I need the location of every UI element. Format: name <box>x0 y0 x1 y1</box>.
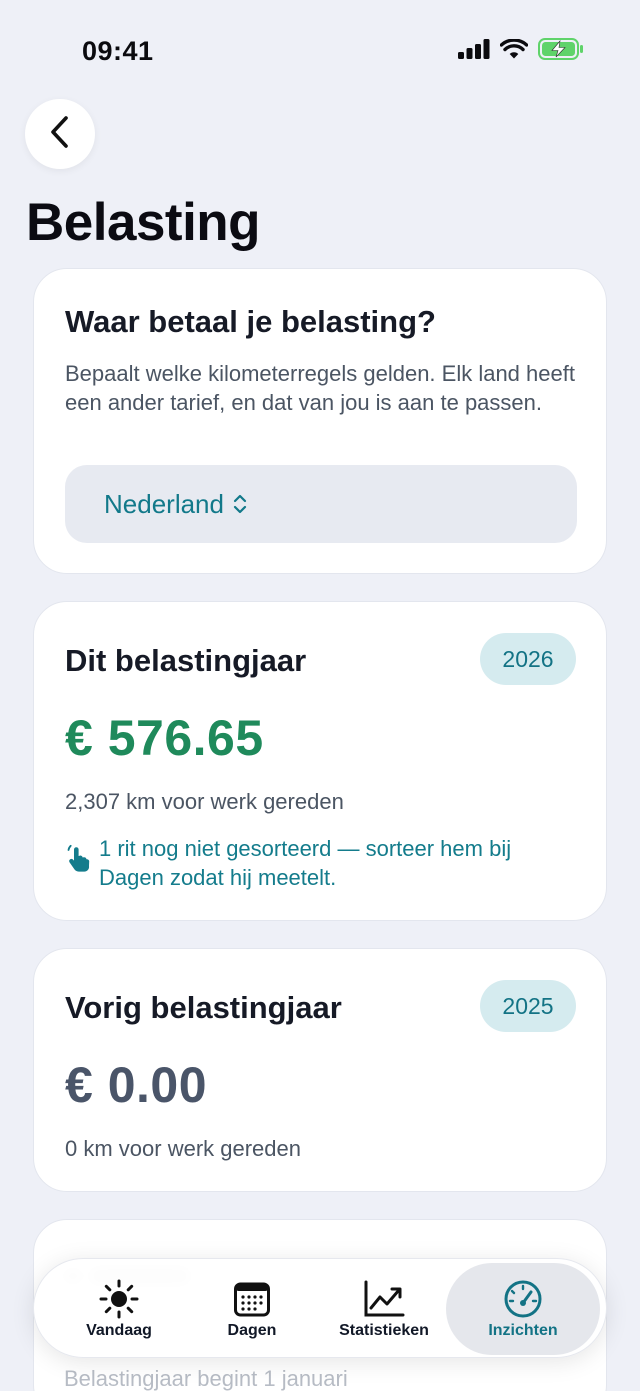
tax-country-card: Waar betaal je belasting? Bepaalt welke … <box>33 268 607 574</box>
current-tax-year-card: Dit belastingjaar 2026 € 576.65 2,307 km… <box>33 601 607 921</box>
tab-label: Statistieken <box>339 1321 429 1339</box>
chevron-left-icon <box>48 115 72 154</box>
gauge-icon <box>503 1279 543 1319</box>
previous-tax-year-card: Vorig belastingjaar 2025 € 0.00 0 km voo… <box>33 948 607 1192</box>
previous-year-amount: € 0.00 <box>65 1057 208 1113</box>
tab-statistieken[interactable]: Statistieken <box>324 1263 444 1355</box>
current-year-amount: € 576.65 <box>65 710 264 766</box>
tab-vandaag[interactable]: Vandaag <box>54 1263 184 1355</box>
sun-icon <box>99 1279 139 1319</box>
tab-label: Inzichten <box>488 1321 558 1339</box>
tax-country-heading: Waar betaal je belasting? <box>65 304 436 339</box>
wifi-icon <box>499 37 529 65</box>
chevron-up-down-icon <box>232 492 248 516</box>
status-icons <box>458 37 584 65</box>
current-year-km: 2,307 km voor werk gereden <box>65 789 344 814</box>
battery-charging-icon <box>538 38 584 65</box>
signal-icon <box>458 39 490 64</box>
tab-dagen[interactable]: Dagen <box>194 1263 310 1355</box>
tax-country-description: Bepaalt welke kilometerregels gelden. El… <box>65 361 575 415</box>
previous-year-km: 0 km voor werk gereden <box>65 1136 301 1161</box>
tab-label: Dagen <box>227 1321 277 1339</box>
year-badge: 2026 <box>480 633 576 685</box>
year-badge: 2025 <box>480 980 576 1032</box>
back-button[interactable] <box>25 99 95 169</box>
status-bar: 09:41 <box>0 0 640 100</box>
page-title: Belasting <box>26 193 261 252</box>
current-year-heading: Dit belastingjaar <box>65 643 307 678</box>
next-card-footer: Belastingjaar begint 1 januari <box>64 1366 348 1391</box>
tab-inzichten[interactable]: Inzichten <box>446 1263 600 1355</box>
unsorted-trip-notice-text: 1 rit nog niet gesorteerd — sorteer hem … <box>99 836 512 890</box>
country-select[interactable]: Nederland <box>65 465 577 543</box>
unsorted-trip-notice[interactable]: 1 rit nog niet gesorteerd — sorteer hem … <box>65 834 575 892</box>
chart-line-icon <box>363 1279 405 1319</box>
hand-tap-icon <box>65 844 91 877</box>
tab-label: Vandaag <box>86 1321 152 1339</box>
tab-bar: Vandaag Dagen Statistieken Inzichten <box>33 1258 607 1358</box>
previous-year-heading: Vorig belastingjaar <box>65 990 342 1025</box>
status-time: 09:41 <box>82 36 154 66</box>
calendar-icon <box>233 1279 271 1319</box>
country-select-value: Nederland <box>104 488 224 519</box>
